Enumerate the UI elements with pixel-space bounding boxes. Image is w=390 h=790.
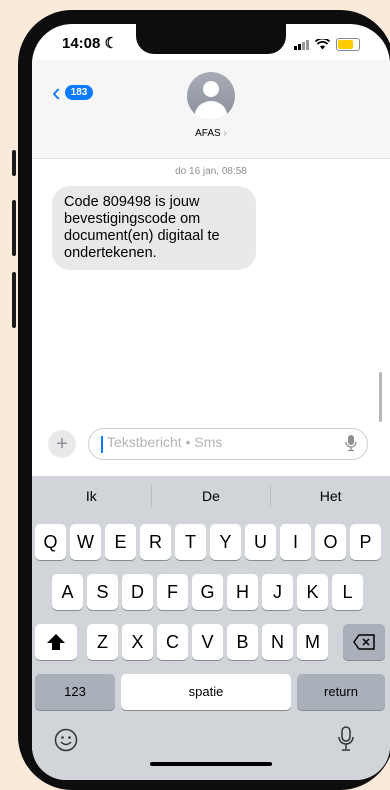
message-input[interactable] — [105, 433, 329, 451]
dictation-icon[interactable] — [345, 435, 357, 452]
plus-icon[interactable]: + — [48, 430, 76, 458]
message-field[interactable] — [88, 428, 368, 460]
key-p[interactable]: P — [350, 524, 381, 560]
avatar[interactable] — [187, 72, 235, 120]
conversation-header: ‹ 183 AFAS › — [32, 60, 390, 159]
key-o[interactable]: O — [315, 524, 346, 560]
key-c[interactable]: C — [157, 624, 188, 660]
suggestion-bar: Ik De Het — [32, 476, 390, 516]
key-u[interactable]: U — [245, 524, 276, 560]
chevron-left-icon: ‹ — [52, 77, 61, 107]
status-time: 14:08 ☾ — [62, 34, 118, 52]
home-indicator[interactable] — [150, 762, 272, 766]
unread-badge: 183 — [64, 84, 94, 100]
shift-key[interactable] — [35, 624, 77, 660]
key-n[interactable]: N — [262, 624, 293, 660]
key-w[interactable]: W — [70, 524, 101, 560]
key-v[interactable]: V — [192, 624, 223, 660]
key-f[interactable]: F — [157, 574, 188, 610]
shift-icon — [47, 634, 65, 650]
key-y[interactable]: Y — [210, 524, 241, 560]
keyboard: Ik De Het Q W E R T Y U I O P A S D F G … — [32, 476, 390, 780]
key-b[interactable]: B — [227, 624, 258, 660]
text-cursor — [101, 436, 103, 453]
key-a[interactable]: A — [52, 574, 83, 610]
back-button[interactable]: ‹ 183 — [52, 77, 94, 107]
suggestion-het[interactable]: Het — [271, 488, 390, 504]
numbers-key[interactable]: 123 — [35, 674, 115, 710]
key-row-1: Q W E R T Y U I O P — [32, 524, 390, 564]
key-q[interactable]: Q — [35, 524, 66, 560]
microphone-icon — [338, 726, 354, 751]
key-t[interactable]: T — [175, 524, 206, 560]
mute-switch — [12, 150, 16, 176]
status-icons — [294, 38, 360, 51]
key-i[interactable]: I — [280, 524, 311, 560]
key-k[interactable]: K — [297, 574, 328, 610]
return-key[interactable]: return — [297, 674, 385, 710]
key-z[interactable]: Z — [87, 624, 118, 660]
battery-icon — [336, 38, 360, 51]
moon-icon: ☾ — [104, 35, 118, 52]
key-row-2: A S D F G H J K L — [32, 574, 390, 614]
composer: + — [32, 428, 390, 470]
key-e[interactable]: E — [105, 524, 136, 560]
signal-icon — [294, 39, 309, 50]
key-r[interactable]: R — [140, 524, 171, 560]
emoji-icon — [54, 728, 78, 752]
suggestion-de[interactable]: De — [152, 488, 271, 504]
key-row-4: 123 spatie return — [32, 674, 390, 714]
key-g[interactable]: G — [192, 574, 223, 610]
key-s[interactable]: S — [87, 574, 118, 610]
message-timestamp: do 16 jan, 08:58 — [175, 166, 247, 177]
space-key[interactable]: spatie — [121, 674, 291, 710]
contact-name[interactable]: AFAS › — [32, 128, 390, 139]
screen: 14:08 ☾ ‹ 183 AFAS › do 16 jan, 08:58 Co… — [32, 24, 390, 780]
key-d[interactable]: D — [122, 574, 153, 610]
volume-up-button — [12, 200, 16, 256]
emoji-button[interactable] — [54, 728, 78, 757]
backspace-key[interactable] — [343, 624, 385, 660]
key-x[interactable]: X — [122, 624, 153, 660]
contact-name-text: AFAS — [195, 128, 221, 139]
backspace-icon — [353, 634, 375, 650]
key-l[interactable]: L — [332, 574, 363, 610]
message-bubble[interactable]: Code 809498 is jouw bevestigingscode om … — [52, 186, 256, 270]
scrollbar[interactable] — [379, 372, 382, 422]
time-text: 14:08 — [62, 35, 101, 52]
volume-down-button — [12, 272, 16, 328]
wifi-icon — [315, 39, 330, 50]
chevron-right-icon: › — [223, 128, 227, 139]
suggestion-ik[interactable]: Ik — [32, 488, 151, 504]
key-j[interactable]: J — [262, 574, 293, 610]
dictation-button[interactable] — [338, 726, 354, 757]
key-row-3: Z X C V B N M — [32, 624, 390, 664]
key-h[interactable]: H — [227, 574, 258, 610]
key-m[interactable]: M — [297, 624, 328, 660]
notch — [136, 24, 286, 54]
